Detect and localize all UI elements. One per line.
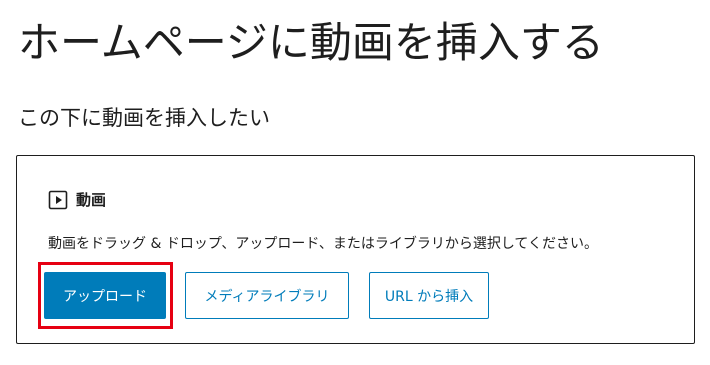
- paragraph-block[interactable]: この下に動画を挿入したい: [18, 102, 270, 134]
- block-header: 動画: [48, 189, 106, 210]
- block-label: 動画: [76, 191, 107, 209]
- block-instructions: 動画をドラッグ & ドロップ、アップロード、またはライブラリから選択してください…: [48, 236, 598, 252]
- page-title[interactable]: ホームページに動画を挿入する: [18, 12, 604, 74]
- video-block-placeholder[interactable]: 動画 動画をドラッグ & ドロップ、アップロード、またはライブラリから選択してく…: [16, 155, 695, 344]
- upload-button[interactable]: アップロード: [44, 272, 166, 319]
- media-library-button[interactable]: メディアライブラリ: [185, 272, 349, 319]
- video-icon: [48, 190, 68, 210]
- editor-canvas: ホームページに動画を挿入する この下に動画を挿入したい 動画 動画をドラッグ &…: [0, 0, 710, 365]
- insert-from-url-button[interactable]: URL から挿入: [369, 272, 489, 319]
